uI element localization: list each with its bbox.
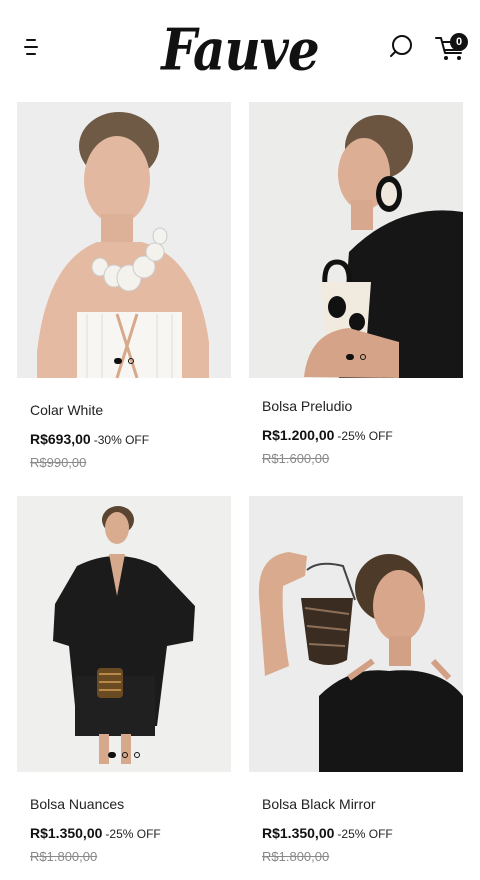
product-card[interactable]: Bolsa Black Mirror R$1.350,00 -25% OFF R… — [249, 496, 463, 864]
image-carousel-dots[interactable] — [17, 358, 231, 364]
carousel-dot[interactable] — [122, 752, 128, 758]
product-name[interactable]: Colar White — [30, 402, 231, 418]
cart-icon[interactable]: 0 — [434, 31, 470, 63]
cart-count-badge: 0 — [450, 33, 468, 51]
carousel-dot[interactable] — [128, 358, 134, 364]
product-price: R$1.200,00 — [262, 427, 335, 443]
old-price: R$990,00 — [30, 455, 87, 470]
product-name[interactable]: Bolsa Nuances — [30, 796, 231, 812]
logo-text: Fauve — [161, 15, 319, 83]
product-price: R$1.350,00 — [30, 825, 103, 841]
discount-badge: -30% OFF — [93, 433, 150, 447]
product-name[interactable]: Bolsa Black Mirror — [262, 796, 463, 812]
product-image[interactable] — [249, 496, 463, 772]
price-row: R$1.200,00 -25% OFF — [262, 427, 463, 443]
discount-badge: -25% OFF — [337, 429, 393, 443]
carousel-dot[interactable] — [134, 752, 140, 758]
image-carousel-dots[interactable] — [17, 752, 231, 758]
old-price: R$1.800,00 — [30, 849, 98, 864]
hamburger-menu-icon[interactable] — [24, 36, 40, 58]
old-price: R$1.800,00 — [262, 849, 330, 864]
product-card[interactable]: Bolsa Preludio R$1.200,00 -25% OFF R$1.6… — [249, 102, 463, 466]
product-image[interactable] — [17, 102, 231, 378]
old-price: R$1.600,00 — [262, 451, 330, 466]
product-price: R$1.350,00 — [262, 825, 335, 841]
carousel-dot[interactable] — [360, 354, 366, 360]
image-carousel-dots[interactable] — [249, 354, 463, 360]
price-row: R$693,00 -30% OFF — [30, 431, 231, 447]
product-image[interactable] — [17, 496, 231, 772]
product-card[interactable]: Colar White R$693,00 -30% OFF R$990,00 — [17, 102, 231, 470]
carousel-dot[interactable] — [108, 752, 116, 758]
product-card[interactable]: Bolsa Nuances R$1.350,00 -25% OFF R$1.80… — [17, 496, 231, 864]
discount-badge: -25% OFF — [105, 827, 161, 841]
carousel-dot[interactable] — [114, 358, 122, 364]
product-image[interactable] — [249, 102, 463, 378]
discount-badge: -25% OFF — [337, 827, 393, 841]
price-row: R$1.350,00 -25% OFF — [262, 825, 463, 841]
product-price: R$693,00 — [30, 431, 91, 447]
header: Fauve 0 — [0, 0, 480, 100]
search-icon[interactable] — [388, 33, 416, 61]
logo[interactable]: Fauve — [140, 14, 340, 84]
product-name[interactable]: Bolsa Preludio — [262, 398, 463, 414]
carousel-dot[interactable] — [346, 354, 354, 360]
price-row: R$1.350,00 -25% OFF — [30, 825, 231, 841]
